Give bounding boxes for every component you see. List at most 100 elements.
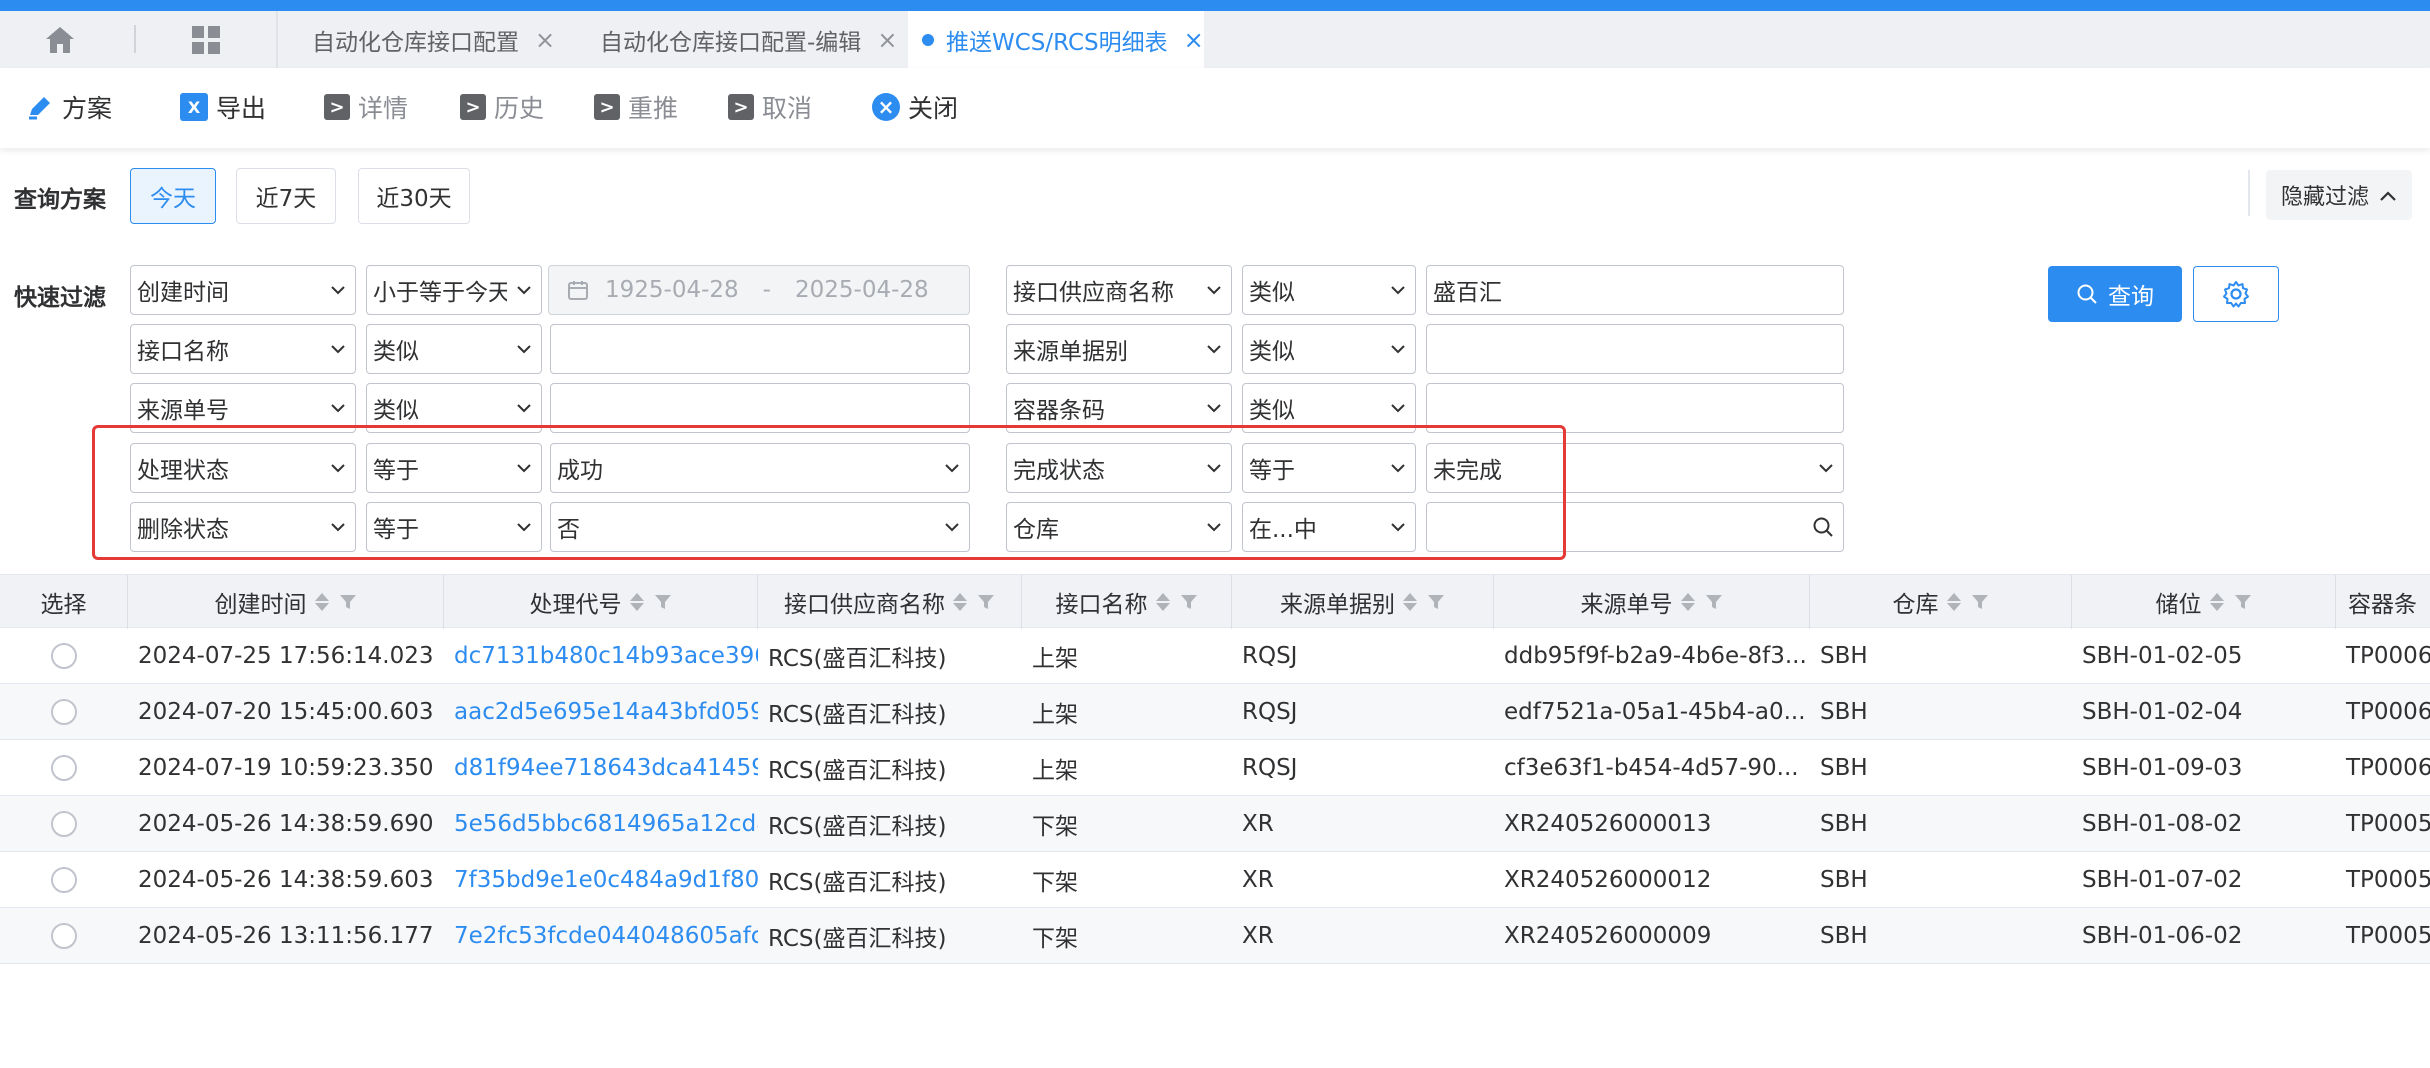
column-header-doctype[interactable]: 来源单据别 <box>1232 575 1494 629</box>
history-button[interactable]: > 历史 <box>460 90 544 124</box>
table-row[interactable]: 2024-05-26 13:11:56.177 7e2fc53fcde044048… <box>0 908 2430 964</box>
filter-funnel-icon[interactable] <box>1427 593 1445 611</box>
row-select-radio[interactable] <box>51 643 77 669</box>
filter-value-input[interactable] <box>550 324 970 374</box>
column-header-vendor[interactable]: 接口供应商名称 <box>758 575 1022 629</box>
filter-settings-button[interactable] <box>2193 266 2279 322</box>
filter-funnel-icon[interactable] <box>1971 593 1989 611</box>
home-icon[interactable] <box>40 22 80 58</box>
sort-icon[interactable] <box>1403 592 1417 612</box>
filter-funnel-icon[interactable] <box>1180 593 1198 611</box>
filter-operator-select[interactable]: 在...中 <box>1242 502 1416 552</box>
close-icon[interactable]: × <box>877 26 897 54</box>
column-header-interface[interactable]: 接口名称 <box>1022 575 1232 629</box>
search-icon[interactable] <box>1803 503 1843 551</box>
filter-operator-value: 类似 <box>1249 398 1295 424</box>
filter-funnel-icon[interactable] <box>654 593 672 611</box>
filter-funnel-icon[interactable] <box>2234 593 2252 611</box>
scheme-today-button[interactable]: 今天 <box>130 168 216 224</box>
cell-code[interactable]: aac2d5e695e14a43bfd059 <box>444 684 758 740</box>
scheme-7days-button[interactable]: 近7天 <box>236 168 336 224</box>
filter-field-select[interactable]: 来源单号 <box>130 383 356 433</box>
filter-field-select[interactable]: 接口供应商名称 <box>1006 265 1232 315</box>
query-button[interactable]: 查询 <box>2048 266 2182 322</box>
row-select-radio[interactable] <box>51 867 77 893</box>
table-row[interactable]: 2024-07-25 17:56:14.023 dc7131b480c14b93a… <box>0 628 2430 684</box>
sort-icon[interactable] <box>1680 592 1695 612</box>
cell-code[interactable]: 7e2fc53fcde044048605afc2 <box>444 908 758 964</box>
column-header-container[interactable]: 容器条 <box>2336 575 2430 629</box>
filter-operator-select[interactable]: 类似 <box>366 383 542 433</box>
filter-value-select[interactable]: 否 <box>550 502 970 552</box>
column-header-warehouse[interactable]: 仓库 <box>1810 575 2072 629</box>
close-icon[interactable]: × <box>535 26 555 54</box>
filter-operator-select[interactable]: 等于 <box>366 502 542 552</box>
filter-field-select[interactable]: 删除状态 <box>130 502 356 552</box>
table-row[interactable]: 2024-07-19 10:59:23.350 d81f94ee718643dca… <box>0 740 2430 796</box>
date-range-input[interactable]: 1925-04-28 - 2025-04-28 <box>548 265 970 315</box>
gear-icon <box>2223 281 2249 308</box>
sort-icon[interactable] <box>1155 592 1170 612</box>
chevron-down-icon <box>1197 266 1231 314</box>
cell-code[interactable]: 5e56d5bbc6814965a12cd8 <box>444 796 758 852</box>
column-header-created[interactable]: 创建时间 <box>128 575 444 629</box>
sort-icon[interactable] <box>1946 592 1961 612</box>
filter-value-select[interactable]: 未完成 <box>1426 443 1844 493</box>
close-icon[interactable]: × <box>1184 26 1204 54</box>
filter-value: 未完成 <box>1433 458 1502 484</box>
filter-value-input[interactable] <box>1426 383 1844 433</box>
apps-grid-icon[interactable] <box>188 23 224 57</box>
sort-icon[interactable] <box>314 592 329 612</box>
column-header-docno[interactable]: 来源单号 <box>1494 575 1810 629</box>
filter-field-select[interactable]: 处理状态 <box>130 443 356 493</box>
filter-operator-select[interactable]: 类似 <box>1242 324 1416 374</box>
tab-warehouse-interface-config-edit[interactable]: 自动化仓库接口配置-编辑 × <box>600 11 897 68</box>
row-select-radio[interactable] <box>51 755 77 781</box>
filter-field-select[interactable]: 完成状态 <box>1006 443 1232 493</box>
detail-button[interactable]: > 详情 <box>324 90 408 124</box>
sort-icon[interactable] <box>2209 592 2224 612</box>
cell-code[interactable]: dc7131b480c14b93ace396 <box>444 628 758 684</box>
filter-operator-select[interactable]: 类似 <box>1242 383 1416 433</box>
chevron-down-icon <box>1197 444 1231 492</box>
column-header-location[interactable]: 储位 <box>2072 575 2336 629</box>
filter-funnel-icon[interactable] <box>977 593 995 611</box>
cell-code[interactable]: d81f94ee718643dca41459 <box>444 740 758 796</box>
filter-value-input[interactable]: 盛百汇 <box>1426 265 1844 315</box>
scheme-30days-button[interactable]: 近30天 <box>358 168 470 224</box>
row-select-radio[interactable] <box>51 923 77 949</box>
filter-field-select[interactable]: 仓库 <box>1006 502 1232 552</box>
filter-operator-select[interactable]: 小于等于今天 <box>366 265 542 315</box>
filter-field-select[interactable]: 容器条码 <box>1006 383 1232 433</box>
export-button[interactable]: X 导出 <box>180 90 266 124</box>
filter-value-input[interactable] <box>550 383 970 433</box>
column-header-code[interactable]: 处理代号 <box>444 575 758 629</box>
table-row[interactable]: 2024-07-20 15:45:00.603 aac2d5e695e14a43b… <box>0 684 2430 740</box>
filter-operator-select[interactable]: 等于 <box>366 443 542 493</box>
sort-icon[interactable] <box>953 592 967 612</box>
hide-filter-button[interactable]: 隐藏过滤 <box>2266 170 2412 220</box>
close-button[interactable]: × 关闭 <box>872 90 958 124</box>
table-row[interactable]: 2024-05-26 14:38:59.603 7f35bd9e1e0c484a9… <box>0 852 2430 908</box>
sort-icon[interactable] <box>629 592 644 612</box>
filter-field-select[interactable]: 来源单据别 <box>1006 324 1232 374</box>
filter-operator-select[interactable]: 等于 <box>1242 443 1416 493</box>
warehouse-search-input[interactable] <box>1426 502 1844 552</box>
filter-value-input[interactable] <box>1426 324 1844 374</box>
row-select-radio[interactable] <box>51 811 77 837</box>
cancel-button[interactable]: > 取消 <box>728 90 812 124</box>
table-row[interactable]: 2024-05-26 14:38:59.690 5e56d5bbc6814965a… <box>0 796 2430 852</box>
filter-operator-select[interactable]: 类似 <box>366 324 542 374</box>
filter-value-select[interactable]: 成功 <box>550 443 970 493</box>
row-select-radio[interactable] <box>51 699 77 725</box>
cell-code[interactable]: 7f35bd9e1e0c484a9d1f802 <box>444 852 758 908</box>
tab-warehouse-interface-config[interactable]: 自动化仓库接口配置 × <box>312 11 555 68</box>
filter-funnel-icon[interactable] <box>339 593 357 611</box>
tab-push-wcs-rcs-detail[interactable]: 推送WCS/RCS明细表 × <box>908 11 1204 68</box>
filter-funnel-icon[interactable] <box>1705 593 1723 611</box>
filter-field-select[interactable]: 接口名称 <box>130 324 356 374</box>
plan-button[interactable]: 方案 <box>26 90 112 124</box>
filter-field-select[interactable]: 创建时间 <box>130 265 356 315</box>
repush-button[interactable]: > 重推 <box>594 90 678 124</box>
filter-operator-select[interactable]: 类似 <box>1242 265 1416 315</box>
